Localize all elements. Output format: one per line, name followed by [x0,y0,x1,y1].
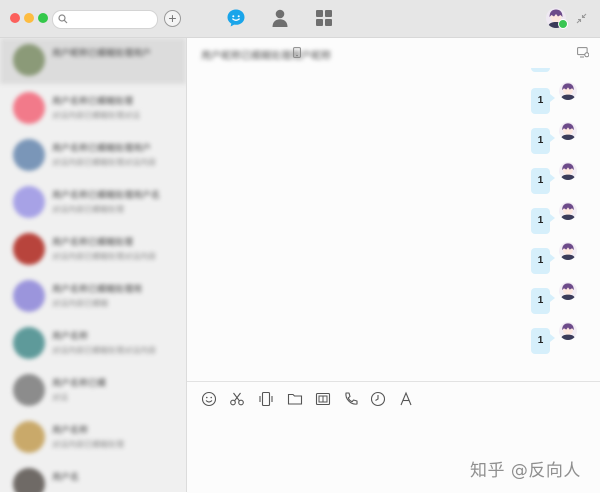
bubble-tail [550,134,555,142]
bubble-tail [550,94,555,102]
session-avatar [13,233,45,265]
session-name: 用户名称已模 [52,378,107,388]
message-bubble[interactable]: 1 [531,168,550,194]
scissors-icon[interactable] [229,391,245,407]
message-area[interactable]: 1 1 1 1 1 1 1 [187,68,600,380]
session-avatar [13,468,45,492]
qq-window: + 用户昵称已模糊处理用户 用户名称已模糊处理 对话内容已模糊处理对话 用户名称… [0,0,600,493]
search-box[interactable] [52,10,158,29]
bubble-tail [550,334,555,342]
session-name: 用户名称 [52,331,89,341]
sender-avatar[interactable] [559,162,577,180]
session-list: 用户昵称已模糊处理用户 用户名称已模糊处理 对话内容已模糊处理对话 用户名称已模… [0,38,187,492]
session-item[interactable]: 用户名称已模糊处理用 对话内容已模糊 [0,274,186,320]
emoji-icon[interactable] [201,391,217,407]
session-avatar [13,280,45,312]
message-row: 1 [531,202,581,236]
chat-title: 用户昵称已模糊处理用户昵称 [201,51,331,62]
session-preview: 对话内容已模糊 [52,299,108,308]
online-status-dot [558,19,568,29]
watermark: 知乎 @反向人 [470,461,581,481]
session-item[interactable]: 用户昵称已模糊处理用户 [0,38,186,84]
session-preview: 对话内容已模糊处理对话内容 [52,346,156,355]
phone-icon[interactable] [343,391,359,407]
sender-avatar[interactable] [559,282,577,300]
message-row: 1 [531,162,581,196]
session-avatar [13,374,45,406]
search-icon [58,14,68,24]
message-row: 1 [531,122,581,156]
bubble-tail [550,214,555,222]
session-avatar [13,44,45,76]
close-window-button[interactable] [10,13,20,23]
folder-icon[interactable] [287,391,303,407]
bubble-tail [550,174,555,182]
session-preview: 对话内容已模糊处理 [52,440,124,449]
chat-header: 用户昵称已模糊处理用户昵称 [187,38,600,68]
session-name: 用户名称已模糊处理 [52,96,134,106]
session-item[interactable]: 用户名称已模糊处理用户名 对话内容已模糊处理 [0,180,186,226]
sender-avatar[interactable] [559,202,577,220]
message-row: 1 [531,82,581,116]
session-avatar [13,186,45,218]
message-row: 1 [531,322,581,356]
bubble-tail [550,254,555,262]
zoom-window-button[interactable] [38,13,48,23]
session-name: 用户名称已模糊处理用 [52,284,143,294]
session-avatar [13,421,45,453]
contacts-icon[interactable] [270,8,290,28]
message-bubble[interactable]: 1 [531,328,550,354]
message-bubble[interactable]: 1 [531,88,550,114]
clock-icon[interactable] [370,391,386,407]
sender-avatar[interactable] [559,82,577,100]
sender-avatar[interactable] [559,322,577,340]
shake-icon[interactable] [258,391,274,407]
screen-share-icon[interactable] [577,47,589,58]
session-name: 用户昵称已模糊处理用户 [52,48,152,58]
bubble-tail [550,294,555,302]
session-item[interactable]: 用户名称已模糊处理用户 对话内容已模糊处理对话内容 [0,133,186,179]
image-icon[interactable] [315,391,331,407]
session-avatar [13,92,45,124]
session-preview: 对话内容已模糊处理 [52,205,124,214]
session-name: 用户名称已模糊处理用户名 [52,190,161,200]
message-bubble[interactable]: 1 [531,288,550,314]
message-row: 1 [531,242,581,276]
session-item[interactable]: 用户名 [0,462,186,492]
session-preview: 对话 [52,393,68,402]
message-bubble[interactable]: 1 [531,128,550,154]
title-bar: + [0,0,600,38]
message-row: 1 [531,282,581,316]
apps-grid-icon[interactable] [314,8,334,28]
session-item[interactable]: 用户名称 对话内容已模糊处理对话内容 [0,321,186,367]
mobile-device-icon [293,47,301,58]
session-item[interactable]: 用户名称 对话内容已模糊处理 [0,415,186,461]
session-preview: 对话内容已模糊处理对话内容 [52,158,156,167]
session-name: 用户名 [52,472,80,482]
shrink-arrows-icon[interactable] [576,13,587,24]
session-item[interactable]: 用户名称已模 对话 [0,368,186,414]
sender-avatar[interactable] [559,242,577,260]
chat-bubble-icon[interactable] [226,8,246,28]
font-icon[interactable] [398,391,414,407]
session-name: 用户名称已模糊处理用户 [52,143,152,153]
search-input[interactable] [71,12,151,26]
session-item[interactable]: 用户名称已模糊处理 对话内容已模糊处理对话内容 [0,227,186,273]
session-preview: 对话内容已模糊处理对话 [52,111,140,120]
session-item[interactable]: 用户名称已模糊处理 对话内容已模糊处理对话 [0,86,186,132]
message-bubble[interactable]: 1 [531,248,550,274]
minimize-window-button[interactable] [24,13,34,23]
add-button[interactable]: + [164,10,181,27]
message-bubble [531,68,550,72]
message-bubble[interactable]: 1 [531,208,550,234]
session-name: 用户名称 [52,425,89,435]
session-name: 用户名称已模糊处理 [52,237,134,247]
sender-avatar[interactable] [559,122,577,140]
session-avatar [13,327,45,359]
session-preview: 对话内容已模糊处理对话内容 [52,252,156,261]
session-avatar [13,139,45,171]
